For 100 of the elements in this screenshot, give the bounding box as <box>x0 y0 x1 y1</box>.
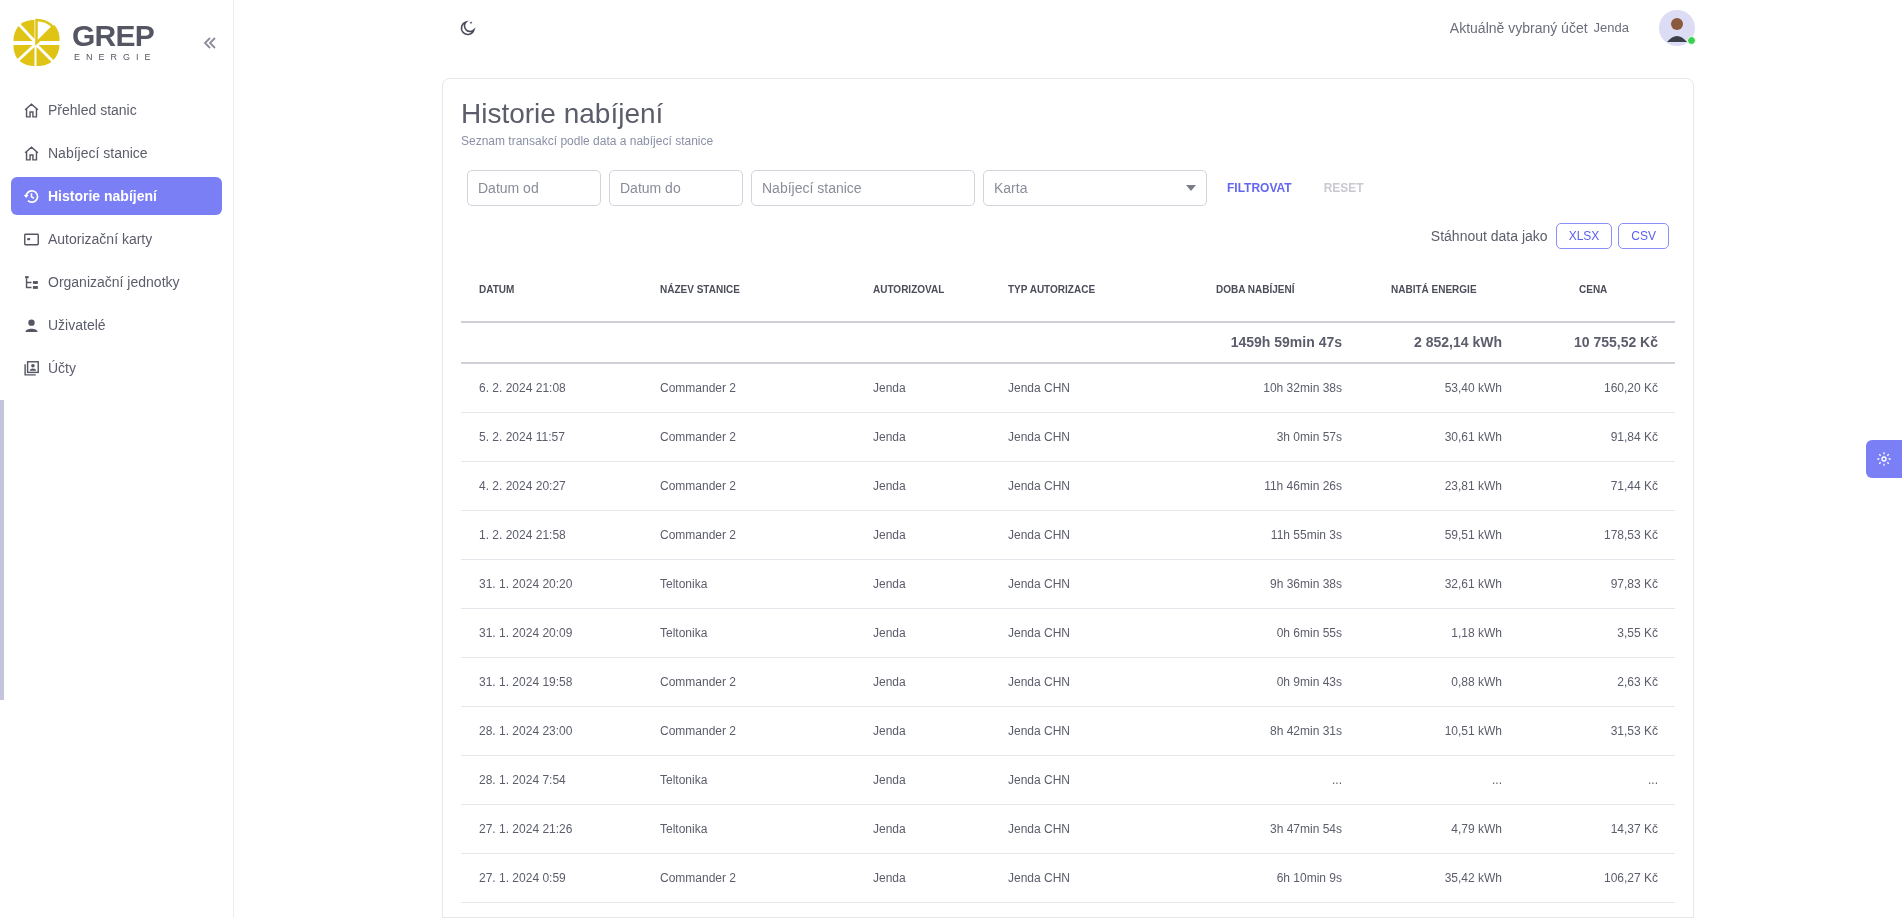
table-cell-text: Teltonika <box>659 625 709 642</box>
filter-button[interactable]: FILTROVAT <box>1215 170 1304 206</box>
table-cell-text: 91,84 Kč <box>1609 429 1659 446</box>
settings-button[interactable] <box>1866 440 1902 478</box>
column-header: NABITÁ ENERGIE <box>1390 282 1478 297</box>
table-cell-text: 71,44 Kč <box>1609 478 1659 495</box>
history-icon <box>23 187 40 205</box>
sidebar-item[interactable]: Účty <box>11 349 222 387</box>
table-cell-text: 3h 47min 54s <box>1268 821 1343 838</box>
table-cell-text: 32,61 kWh <box>1443 576 1503 593</box>
sidebar-item[interactable]: Historie nabíjení <box>11 177 222 215</box>
table-cell-text: Jenda CHN <box>1007 723 1072 740</box>
table-cell-text: Jenda <box>872 576 907 593</box>
table-cell-text: 3h 0min 57s <box>1275 429 1343 446</box>
table-cell-text: Teltonika <box>659 821 709 838</box>
table-cell-text: Teltonika <box>659 576 709 593</box>
table-cell-text: 0h 9min 43s <box>1275 674 1343 691</box>
table-cell-text: Commander 2 <box>659 478 738 495</box>
table-cell-text: 53,40 kWh <box>1443 380 1503 397</box>
table-cell-text: Jenda <box>872 478 907 495</box>
table-cell-text: Jenda CHN <box>1007 674 1072 691</box>
column-header: AUTORIZOVAL <box>872 282 946 297</box>
logo-tagline: ENERGIE <box>73 50 157 64</box>
table-cell-text: 28. 1. 2024 7:54 <box>478 772 567 789</box>
table-cell-text: 35,42 kWh <box>1443 870 1503 887</box>
caret-icon <box>1186 185 1196 191</box>
column-header: NÁZEV STANICE <box>659 282 741 297</box>
table-cell-text: Jenda CHN <box>1007 821 1072 838</box>
table-cell-text: Jenda <box>872 380 907 397</box>
home-icon <box>23 144 40 162</box>
account-name[interactable]: Jenda <box>1593 18 1629 38</box>
table-cell-text: 6. 2. 2024 21:08 <box>478 380 567 397</box>
logo-text: GREP <box>72 20 156 51</box>
table-cell-text: ... <box>1647 772 1659 789</box>
table-cell-text: 59,51 kWh <box>1443 527 1503 544</box>
page-title: Historie nabíjení <box>461 97 665 131</box>
table-cell-text: ... <box>1331 772 1343 789</box>
table-cell-text: Commander 2 <box>659 870 738 887</box>
table-cell-text: 6h 10min 9s <box>1275 870 1343 887</box>
table-cell-text: Commander 2 <box>659 527 738 544</box>
table-cell-text: 4,79 kWh <box>1450 821 1503 838</box>
input-field[interactable]: Datum do <box>609 170 743 206</box>
table-cell-text: 30,61 kWh <box>1443 429 1503 446</box>
table-cell-text: 31,53 Kč <box>1609 723 1659 740</box>
select-field[interactable]: Karta <box>983 170 1207 206</box>
table-cell-text: 178,53 Kč <box>1602 527 1659 544</box>
table-cell-text: 5. 2. 2024 11:57 <box>478 429 566 446</box>
table-cell-text: 31. 1. 2024 19:58 <box>478 674 574 691</box>
table-cell-text: 1,18 kWh <box>1450 625 1503 642</box>
table-cell-text: 0h 6min 55s <box>1275 625 1343 642</box>
collapse-icon[interactable] <box>203 35 217 50</box>
download-label: Stáhnout data jako <box>1430 226 1548 246</box>
table-cell-text: Commander 2 <box>659 674 738 691</box>
table-cell-text: Jenda CHN <box>1007 576 1072 593</box>
contacts-icon <box>23 359 40 377</box>
table-cell-text: Commander 2 <box>659 723 738 740</box>
table-cell-text: 14,37 Kč <box>1609 821 1659 838</box>
hierarchy-icon <box>23 273 40 291</box>
table-cell-text: Commander 2 <box>659 429 738 446</box>
table-cell-text: 31. 1. 2024 20:09 <box>478 625 574 642</box>
table-cell-text: Jenda <box>872 674 907 691</box>
table-cell-text: 27. 1. 2024 21:26 <box>478 821 574 838</box>
download-button[interactable]: XLSX <box>1555 223 1613 249</box>
dark-mode-icon[interactable] <box>459 19 477 37</box>
table-cell-text: Jenda CHN <box>1007 625 1072 642</box>
table-cell-text: 23,81 kWh <box>1443 478 1503 495</box>
table-cell-text: Jenda CHN <box>1007 772 1072 789</box>
sidebar-item[interactable]: Uživatelé <box>11 306 222 344</box>
sidebar-item[interactable]: Nabíjecí stanice <box>11 134 222 172</box>
table-cell-text: Jenda <box>872 772 907 789</box>
sidebar-item[interactable]: Přehled stanic <box>11 91 222 129</box>
sidebar-item[interactable]: Autorizační karty <box>11 220 222 258</box>
table-cell-text: Jenda CHN <box>1007 527 1072 544</box>
table-cell-text: 10,51 kWh <box>1443 723 1503 740</box>
sidebar-item[interactable]: Organizační jednotky <box>11 263 222 301</box>
avatar[interactable] <box>1659 10 1695 46</box>
logo-icon <box>11 17 62 68</box>
column-header: TYP AUTORIZACE <box>1007 282 1097 297</box>
table-cell-text: 160,20 Kč <box>1602 380 1659 397</box>
table-cell-text: 28. 1. 2024 23:00 <box>478 723 574 740</box>
account-label: Aktuálně vybraný účet <box>1449 18 1588 38</box>
column-header: DOBA NABÍJENÍ <box>1215 282 1296 297</box>
table-cell-text: 97,83 Kč <box>1609 576 1659 593</box>
card-icon <box>23 230 40 248</box>
table-cell-text: Jenda <box>872 429 907 446</box>
input-field[interactable]: Nabíjecí stanice <box>751 170 975 206</box>
table-cell-text: 8h 42min 31s <box>1268 723 1343 740</box>
total-cell-text: 10 755,52 Kč <box>1572 333 1659 352</box>
table-cell-text: 0,88 kWh <box>1450 674 1503 691</box>
table-cell-text: 2,63 Kč <box>1616 674 1659 691</box>
table-cell-text: 10h 32min 38s <box>1262 380 1343 397</box>
table-cell-text: 27. 1. 2024 0:59 <box>478 870 567 887</box>
table-cell-text: 106,27 Kč <box>1602 870 1659 887</box>
input-field[interactable]: Datum od <box>467 170 601 206</box>
total-cell-text: 2 852,14 kWh <box>1413 333 1503 352</box>
column-header: DATUM <box>478 282 516 297</box>
download-button[interactable]: CSV <box>1618 223 1669 249</box>
table-cell-text: ... <box>1491 772 1503 789</box>
table-cell-text: 4. 2. 2024 20:27 <box>478 478 567 495</box>
table-cell-text: 9h 36min 38s <box>1268 576 1343 593</box>
